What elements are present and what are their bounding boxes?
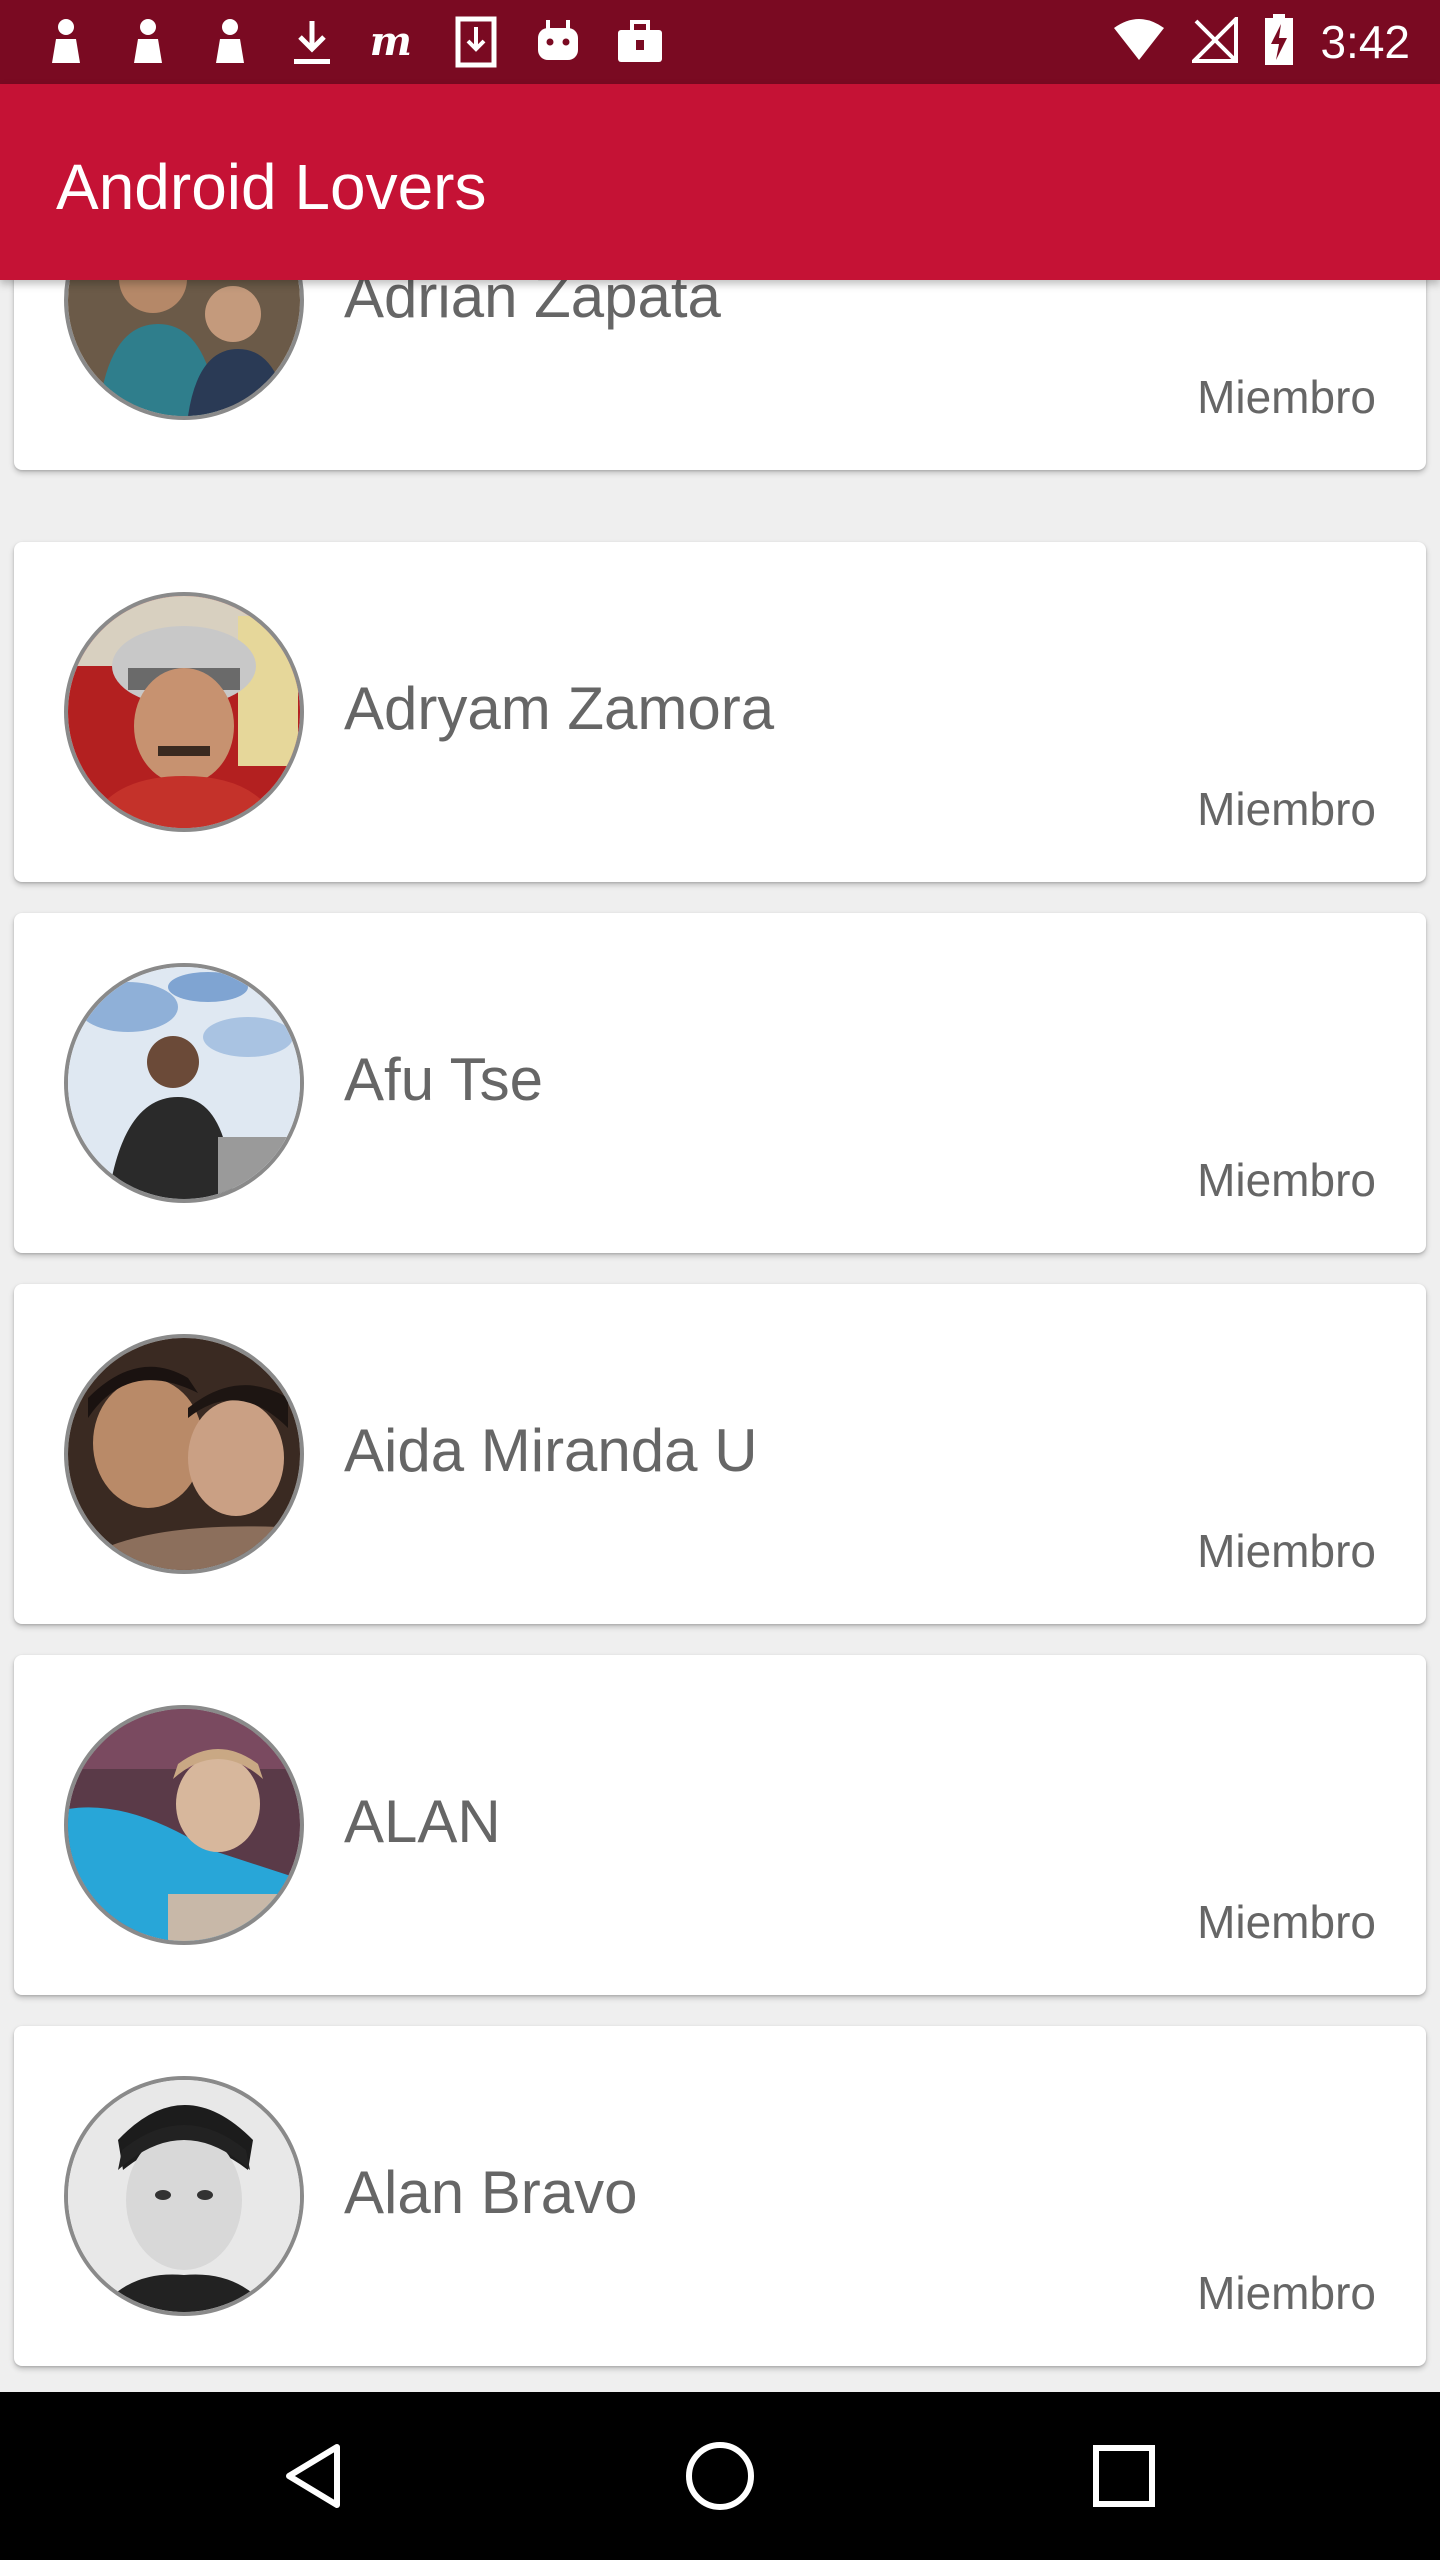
app-bar: Android Lovers (0, 84, 1440, 280)
member-avatar (64, 2076, 304, 2316)
member-avatar (64, 592, 304, 832)
m-app-icon: m (368, 16, 420, 68)
member-card[interactable]: Afu Tse Miembro (14, 913, 1426, 1253)
member-role: Miembro (1197, 371, 1376, 423)
member-card[interactable]: Alan Bravo Miembro (14, 2026, 1426, 2366)
briefcase-icon (614, 16, 666, 68)
member-card[interactable]: ALAN Miembro (14, 1655, 1426, 1995)
back-icon[interactable] (276, 2436, 356, 2516)
member-name: Alan Bravo (344, 2159, 638, 2226)
member-name: Adryam Zamora (344, 675, 775, 742)
member-role: Miembro (1197, 1154, 1376, 1206)
member-role: Miembro (1197, 2267, 1376, 2319)
home-icon[interactable] (680, 2436, 760, 2516)
member-name: ALAN (344, 1788, 501, 1855)
wifi-icon (1112, 18, 1166, 67)
svg-text:m: m (370, 19, 412, 65)
download-icon (286, 16, 338, 68)
notification-pin-icon (204, 16, 256, 68)
app-title: Android Lovers (56, 151, 487, 223)
member-card[interactable]: Adryam Zamora Miembro (14, 542, 1426, 882)
notification-icons: m (40, 12, 666, 72)
member-role: Miembro (1197, 783, 1376, 835)
battery-charging-icon (1264, 13, 1294, 71)
member-card[interactable]: Adrian Zapata Miembro (14, 280, 1426, 470)
member-card[interactable]: Aida Miranda U Miembro (14, 1284, 1426, 1624)
system-status-icons: 3:42 (1112, 12, 1410, 72)
notification-pin-icon (122, 16, 174, 68)
member-name: Afu Tse (344, 1046, 544, 1113)
member-role: Miembro (1197, 1896, 1376, 1948)
member-name: Aida Miranda U (344, 1417, 758, 1484)
member-list[interactable]: Adrian Zapata Miembro Adryam Zamora Miem… (0, 280, 1440, 2392)
member-avatar (64, 1705, 304, 1945)
member-role: Miembro (1197, 1525, 1376, 1577)
member-avatar (64, 280, 304, 420)
notification-pin-icon (40, 16, 92, 68)
status-time: 3:42 (1320, 16, 1410, 68)
member-name: Adrian Zapata (344, 280, 721, 330)
status-bar: m 3:42 (0, 0, 1440, 84)
download-box-icon (450, 16, 502, 68)
member-avatar (64, 963, 304, 1203)
no-signal-icon (1189, 13, 1239, 68)
navigation-bar (0, 2392, 1440, 2560)
member-avatar (64, 1334, 304, 1574)
android-icon (532, 16, 584, 68)
recents-icon[interactable] (1084, 2436, 1164, 2516)
